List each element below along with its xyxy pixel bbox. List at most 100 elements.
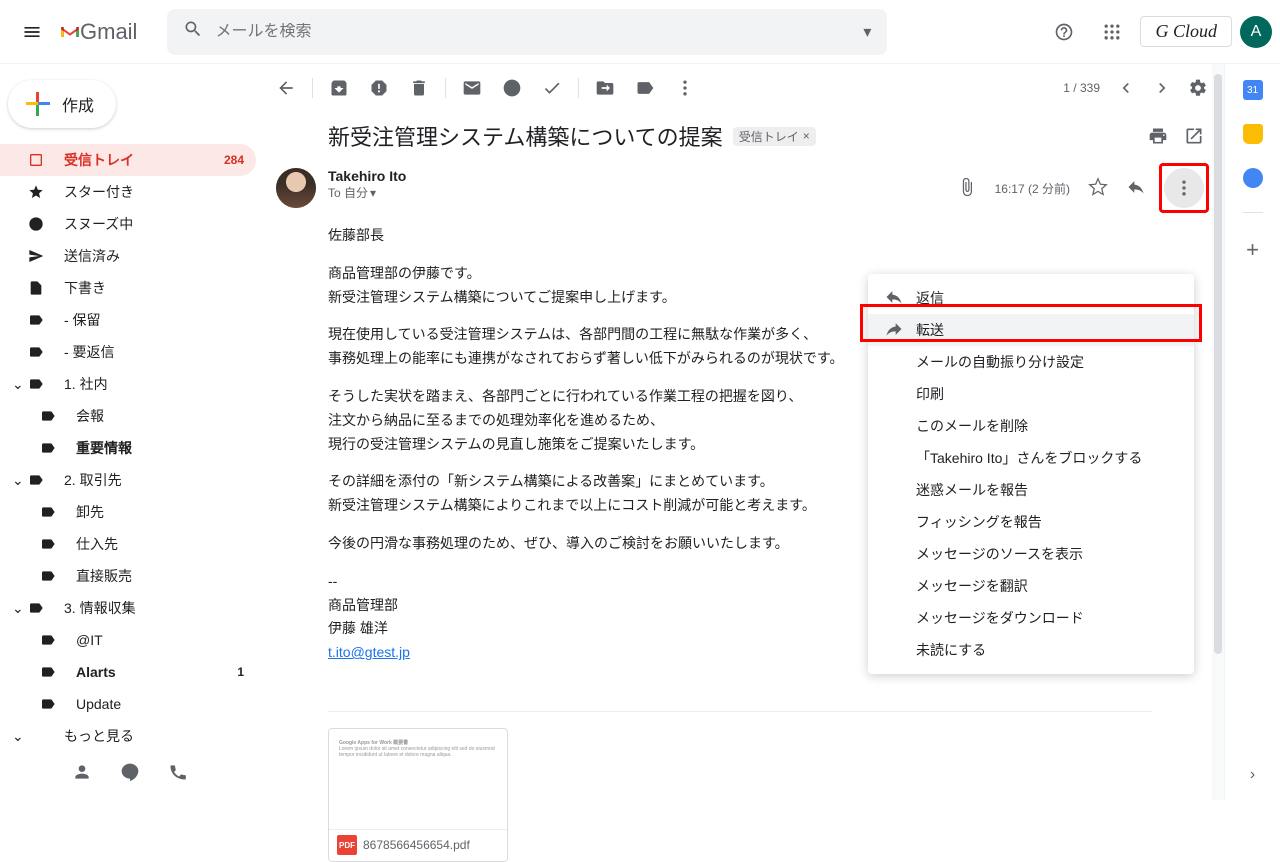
- sidebar-more[interactable]: ⌄ もっと見る: [0, 720, 256, 752]
- subject: 新受注管理システム構築についての提案: [328, 120, 723, 152]
- back-icon[interactable]: [276, 78, 296, 98]
- ctx-item-メッセージをダウンロード[interactable]: メッセージをダウンロード: [868, 602, 1194, 634]
- chevron-down-icon: ⌄: [12, 600, 26, 617]
- addons-plus-icon[interactable]: +: [1246, 237, 1259, 263]
- sidebar-item[interactable]: - 要返信: [0, 336, 256, 368]
- ctx-item-メールの自動振り分け設定[interactable]: メールの自動振り分け設定: [868, 346, 1194, 378]
- sender-name[interactable]: Takehiro Ito: [328, 168, 406, 184]
- side-panel: + ›: [1224, 64, 1280, 800]
- sidebar-group[interactable]: ⌄1. 社内: [0, 368, 256, 400]
- sidebar-item[interactable]: 下書き: [0, 272, 256, 304]
- label-icon: [38, 536, 58, 552]
- sidebar-item[interactable]: スヌーズ中: [0, 208, 256, 240]
- sidebar-subitem[interactable]: 卸先: [0, 496, 256, 528]
- calendar-icon[interactable]: [1243, 80, 1263, 100]
- archive-icon[interactable]: [329, 78, 349, 98]
- attachment-name: 8678566456654.pdf: [363, 838, 470, 852]
- chip-remove-icon[interactable]: ×: [803, 129, 810, 143]
- print-icon[interactable]: [1148, 126, 1168, 146]
- prev-icon[interactable]: [1116, 78, 1136, 98]
- pdf-badge-icon: PDF: [337, 835, 357, 855]
- label-icon: [26, 600, 46, 616]
- label-icon: [26, 344, 46, 360]
- mark-unread-icon[interactable]: [462, 78, 482, 98]
- reply-icon[interactable]: [1126, 177, 1146, 200]
- sidebar-group[interactable]: ⌄3. 情報収集: [0, 592, 256, 624]
- support-icon[interactable]: [1044, 12, 1084, 52]
- label-icon: [26, 472, 46, 488]
- chevron-down-icon: ⌄: [12, 472, 26, 489]
- sidebar-subitem[interactable]: @IT: [0, 624, 256, 656]
- sidebar-item[interactable]: スター付き: [0, 176, 256, 208]
- timestamp: 16:17 (2 分前): [995, 180, 1070, 197]
- sidebar-subitem[interactable]: 仕入先: [0, 528, 256, 560]
- label-icon: [26, 248, 46, 264]
- sidebar-item[interactable]: 送信済み: [0, 240, 256, 272]
- sidebar-subitem[interactable]: 重要情報: [0, 432, 256, 464]
- snooze-icon[interactable]: [502, 78, 522, 98]
- label-icon: [26, 216, 46, 232]
- search-icon: [183, 19, 203, 44]
- sidebar-subitem[interactable]: Update: [0, 688, 256, 720]
- label-icon: [38, 632, 58, 648]
- account-avatar[interactable]: A: [1240, 16, 1272, 48]
- ctx-item-返信[interactable]: 返信: [868, 282, 1194, 314]
- sidebar-item[interactable]: - 保留: [0, 304, 256, 336]
- to-line[interactable]: To 自分 ▾: [328, 184, 406, 201]
- open-new-window-icon[interactable]: [1184, 126, 1204, 146]
- ctx-item-メッセージのソースを表示[interactable]: メッセージのソースを表示: [868, 538, 1194, 570]
- ctx-item-「Takehiro Ito」さんをブロックする[interactable]: 「Takehiro Ito」さんをブロックする: [868, 442, 1194, 474]
- label-icon: [26, 152, 46, 168]
- scrollbar[interactable]: [1212, 64, 1224, 800]
- label-icon: [38, 568, 58, 584]
- sidebar-item[interactable]: 受信トレイ284: [0, 144, 256, 176]
- gmail-logo[interactable]: Gmail: [60, 19, 137, 45]
- reply-icon: [884, 287, 904, 310]
- sidebar-subitem[interactable]: Alarts1: [0, 656, 256, 688]
- attachment-card[interactable]: Google Apps for Work 概要書Lorem ipsum dolo…: [328, 728, 508, 862]
- sidebar-subitem[interactable]: 会報: [0, 400, 256, 432]
- message-more-button[interactable]: [1164, 168, 1204, 208]
- label-icon: [26, 184, 46, 200]
- hangouts-icon[interactable]: [120, 762, 140, 787]
- move-to-icon[interactable]: [595, 78, 615, 98]
- ctx-item-迷惑メールを報告[interactable]: 迷惑メールを報告: [868, 474, 1194, 506]
- main-menu-button[interactable]: [8, 8, 56, 56]
- search-options-dropdown-icon[interactable]: ▾: [863, 22, 871, 42]
- search-box[interactable]: ▾: [167, 9, 887, 55]
- more-icon[interactable]: [675, 78, 695, 98]
- label-icon: [38, 408, 58, 424]
- add-task-icon[interactable]: [542, 78, 562, 98]
- ctx-item-未読にする[interactable]: 未読にする: [868, 634, 1194, 666]
- sender-email-link[interactable]: t.ito@gtest.jp: [328, 644, 410, 660]
- tasks-icon[interactable]: [1243, 168, 1263, 188]
- collapse-panel-icon[interactable]: ›: [1250, 766, 1255, 784]
- labels-icon[interactable]: [635, 78, 655, 98]
- label-icon: [38, 504, 58, 520]
- ctx-item-メッセージを翻訳[interactable]: メッセージを翻訳: [868, 570, 1194, 602]
- sidebar-group[interactable]: ⌄2. 取引先: [0, 464, 256, 496]
- sender-avatar[interactable]: [276, 168, 316, 208]
- star-icon[interactable]: [1088, 177, 1108, 200]
- chevron-down-icon: ⌄: [12, 728, 26, 745]
- phone-icon[interactable]: [168, 762, 188, 787]
- label-icon: [38, 664, 58, 680]
- contacts-icon[interactable]: [72, 762, 92, 787]
- apps-grid-icon[interactable]: [1092, 12, 1132, 52]
- sidebar-subitem[interactable]: 直接販売: [0, 560, 256, 592]
- attachment-icon[interactable]: [957, 177, 977, 200]
- spam-icon[interactable]: [369, 78, 389, 98]
- ctx-item-フィッシングを報告[interactable]: フィッシングを報告: [868, 506, 1194, 538]
- compose-button[interactable]: 作成: [8, 80, 116, 128]
- label-chip[interactable]: 受信トレイ×: [733, 127, 816, 146]
- chevron-down-icon: ⌄: [12, 376, 26, 393]
- search-input[interactable]: [215, 23, 863, 41]
- pager-text: 1 / 339: [1063, 81, 1100, 95]
- next-icon[interactable]: [1152, 78, 1172, 98]
- delete-icon[interactable]: [409, 78, 429, 98]
- ctx-item-印刷[interactable]: 印刷: [868, 378, 1194, 410]
- keep-icon[interactable]: [1243, 124, 1263, 144]
- ctx-item-転送[interactable]: 転送: [868, 314, 1194, 346]
- ctx-item-このメールを削除[interactable]: このメールを削除: [868, 410, 1194, 442]
- settings-icon[interactable]: [1188, 78, 1208, 98]
